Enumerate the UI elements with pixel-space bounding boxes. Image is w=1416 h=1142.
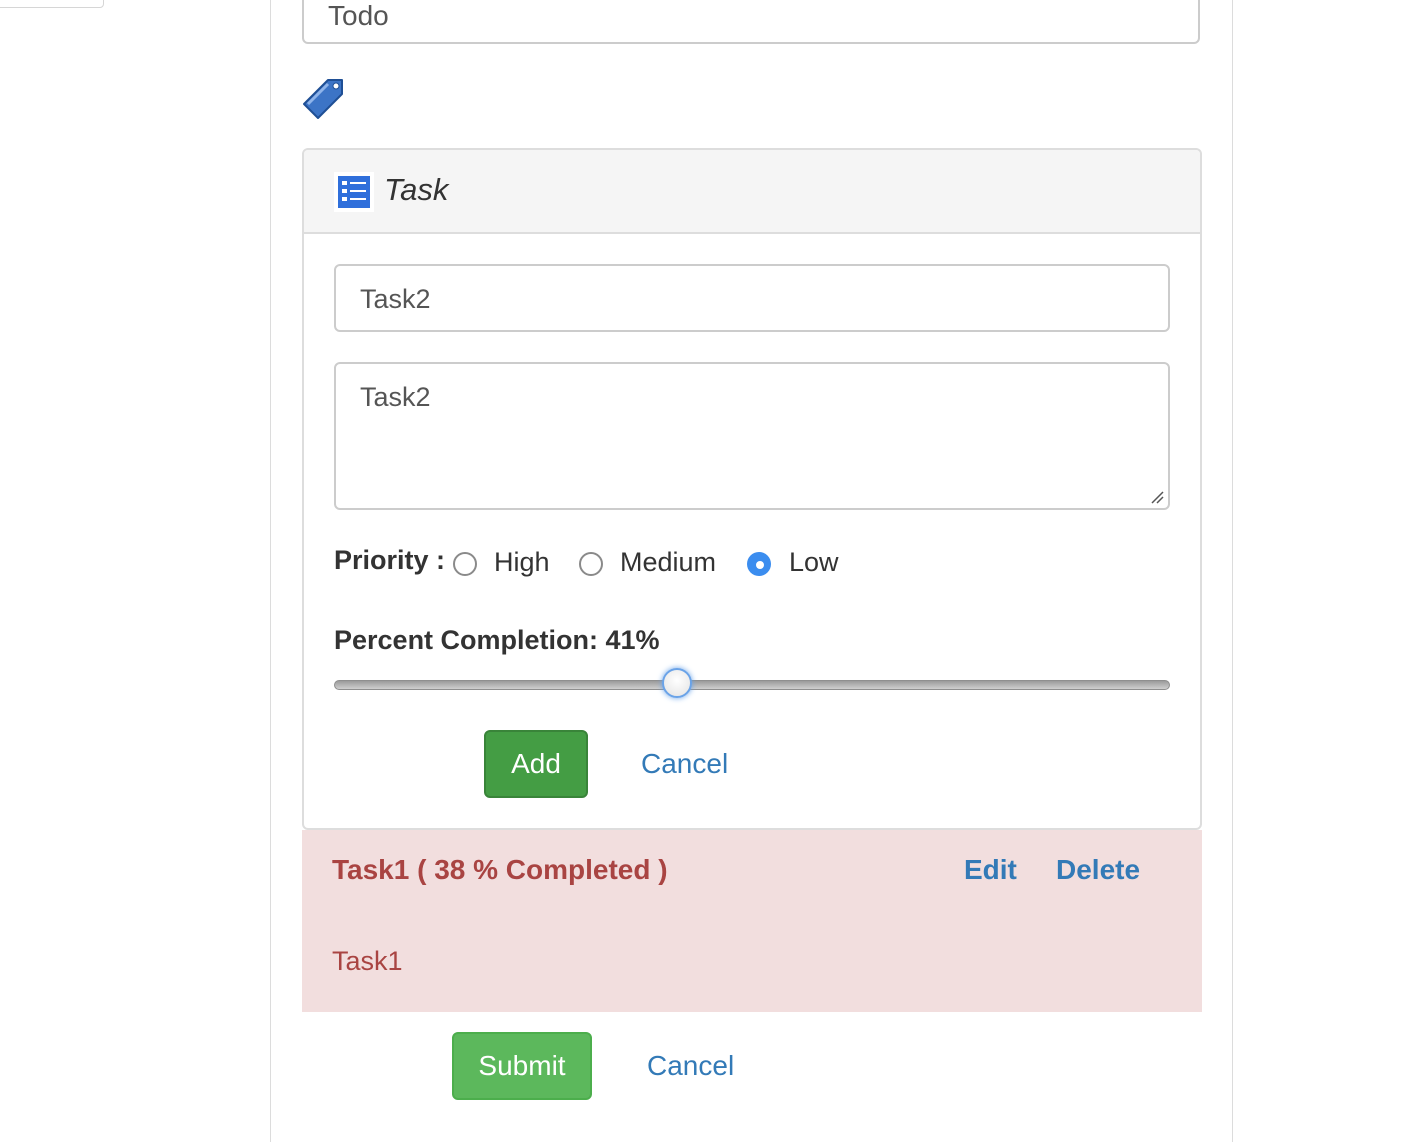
- priority-high-label[interactable]: High: [494, 547, 550, 578]
- tag-icon[interactable]: [300, 76, 346, 120]
- task-edit-link[interactable]: Edit: [964, 854, 1017, 886]
- task-list-icon: [334, 172, 374, 212]
- priority-label: Priority :: [334, 545, 446, 575]
- priority-medium-radio[interactable]: [579, 552, 603, 576]
- submit-button[interactable]: Submit: [452, 1032, 592, 1100]
- task-name-input[interactable]: Task2: [334, 264, 1170, 332]
- task-delete-link[interactable]: Delete: [1056, 854, 1140, 886]
- priority-low-label[interactable]: Low: [789, 547, 839, 578]
- percent-completion-label: Percent Completion: 41%: [334, 625, 660, 655]
- task-panel-heading: Task: [304, 150, 1200, 234]
- slider-handle[interactable]: [661, 668, 692, 698]
- task-description-text: Task2: [360, 382, 431, 412]
- priority-medium-label[interactable]: Medium: [620, 547, 716, 578]
- task-description-textarea[interactable]: Task2: [334, 362, 1170, 510]
- priority-low-radio[interactable]: [747, 552, 771, 576]
- task-item-description: Task1: [332, 946, 403, 976]
- task-item-title: Task1 ( 38 % Completed ): [332, 854, 668, 885]
- panel-title: Task: [384, 172, 449, 207]
- left-edge-box: [0, 0, 104, 8]
- task-list-item: Task1 ( 38 % Completed ) Edit Delete Tas…: [302, 830, 1202, 1012]
- todo-name-input[interactable]: Todo: [302, 0, 1200, 44]
- container-border-left: [270, 0, 271, 1142]
- resize-grip-icon[interactable]: [1150, 490, 1164, 504]
- priority-high-radio[interactable]: [453, 552, 477, 576]
- footer-cancel-link[interactable]: Cancel: [647, 1050, 734, 1082]
- percent-completion-slider[interactable]: [334, 680, 1170, 690]
- form-cancel-link[interactable]: Cancel: [641, 748, 728, 780]
- container-border-right: [1232, 0, 1233, 1142]
- add-button[interactable]: Add: [484, 730, 588, 798]
